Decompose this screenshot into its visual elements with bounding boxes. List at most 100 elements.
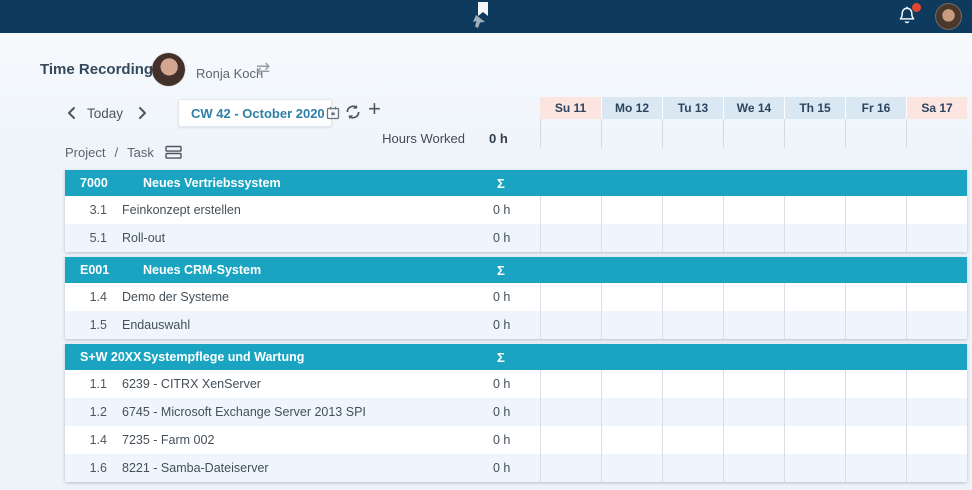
refresh-icon[interactable] bbox=[344, 103, 362, 121]
time-entry-cell[interactable] bbox=[784, 224, 845, 252]
time-entry-cell[interactable] bbox=[906, 283, 967, 311]
time-entry-cell[interactable] bbox=[540, 426, 601, 454]
time-entry-cell[interactable] bbox=[906, 426, 967, 454]
task-row[interactable]: 1.5 Endauswahl 0 h bbox=[65, 311, 967, 339]
task-day-grid bbox=[540, 370, 967, 398]
time-entry-cell[interactable] bbox=[784, 283, 845, 311]
selected-user-name: Ronja Koch bbox=[196, 66, 263, 81]
task-row-pane: 1.4 Demo der Systeme 0 h bbox=[65, 283, 540, 311]
time-entry-cell[interactable] bbox=[845, 454, 906, 482]
time-entry-cell[interactable] bbox=[601, 311, 662, 339]
next-week-button[interactable] bbox=[133, 104, 151, 122]
time-entry-cell[interactable] bbox=[540, 283, 601, 311]
time-entry-cell[interactable] bbox=[662, 283, 723, 311]
time-entry-cell[interactable] bbox=[784, 311, 845, 339]
time-entry-cell[interactable] bbox=[845, 370, 906, 398]
time-entry-cell[interactable] bbox=[662, 311, 723, 339]
time-entry-cell[interactable] bbox=[601, 454, 662, 482]
time-entry-cell[interactable] bbox=[845, 398, 906, 426]
time-entry-cell[interactable] bbox=[540, 224, 601, 252]
time-entry-cell[interactable] bbox=[784, 370, 845, 398]
task-name: 6239 - CITRX XenServer bbox=[122, 377, 493, 391]
notification-bell-button[interactable] bbox=[894, 4, 920, 30]
time-entry-cell[interactable] bbox=[601, 398, 662, 426]
task-row[interactable]: 1.2 6745 - Microsoft Exchange Server 201… bbox=[65, 398, 967, 426]
task-row[interactable]: 1.4 Demo der Systeme 0 h bbox=[65, 283, 967, 311]
time-entry-cell[interactable] bbox=[601, 426, 662, 454]
time-entry-cell[interactable] bbox=[662, 426, 723, 454]
time-entry-cell[interactable] bbox=[540, 454, 601, 482]
calendar-icon bbox=[325, 105, 341, 121]
time-entry-cell[interactable] bbox=[784, 398, 845, 426]
switch-user-icon[interactable]: ⇄ bbox=[256, 60, 270, 77]
time-entry-cell[interactable] bbox=[723, 311, 784, 339]
task-row[interactable]: 1.1 6239 - CITRX XenServer 0 h bbox=[65, 370, 967, 398]
day-column-divider bbox=[784, 119, 845, 148]
time-entry-cell[interactable] bbox=[601, 370, 662, 398]
task-name: 7235 - Farm 002 bbox=[122, 433, 493, 447]
time-entry-cell[interactable] bbox=[784, 454, 845, 482]
page-title: Time Recording bbox=[40, 61, 153, 78]
week-picker[interactable]: CW 42 - October 2020 bbox=[178, 99, 332, 127]
time-entry-cell[interactable] bbox=[906, 196, 967, 224]
task-row[interactable]: 1.4 7235 - Farm 002 0 h bbox=[65, 426, 967, 454]
time-entry-cell[interactable] bbox=[845, 311, 906, 339]
time-entry-cell[interactable] bbox=[723, 426, 784, 454]
day-divider-row bbox=[540, 119, 967, 148]
time-entry-cell[interactable] bbox=[845, 283, 906, 311]
task-row-pane: 3.1 Feinkonzept erstellen 0 h bbox=[65, 196, 540, 224]
task-number: 3.1 bbox=[80, 203, 107, 217]
time-entry-cell[interactable] bbox=[845, 224, 906, 252]
task-number: 5.1 bbox=[80, 231, 107, 245]
task-number: 1.2 bbox=[80, 405, 107, 419]
time-entry-cell[interactable] bbox=[662, 196, 723, 224]
time-entry-cell[interactable] bbox=[540, 311, 601, 339]
time-entry-cell[interactable] bbox=[540, 398, 601, 426]
sum-symbol: Σ bbox=[497, 350, 540, 365]
day-column-divider bbox=[601, 119, 662, 148]
time-entry-cell[interactable] bbox=[845, 426, 906, 454]
user-avatar[interactable] bbox=[935, 3, 962, 30]
task-number: 1.1 bbox=[80, 377, 107, 391]
row-density-icon[interactable] bbox=[165, 145, 182, 160]
time-entry-cell[interactable] bbox=[784, 426, 845, 454]
time-entry-cell[interactable] bbox=[662, 224, 723, 252]
time-entry-cell[interactable] bbox=[784, 196, 845, 224]
task-name: 6745 - Microsoft Exchange Server 2013 SP… bbox=[122, 405, 493, 419]
selected-user-avatar[interactable] bbox=[152, 53, 185, 86]
time-entry-cell[interactable] bbox=[723, 224, 784, 252]
project-group-header[interactable]: S+W 20XX Systempflege und Wartung Σ bbox=[65, 344, 967, 370]
time-entry-cell[interactable] bbox=[601, 283, 662, 311]
time-entry-cell[interactable] bbox=[906, 224, 967, 252]
task-row[interactable]: 5.1 Roll-out 0 h bbox=[65, 224, 967, 252]
task-hours-total: 0 h bbox=[493, 203, 540, 217]
time-entry-cell[interactable] bbox=[601, 224, 662, 252]
time-entry-cell[interactable] bbox=[723, 370, 784, 398]
today-button[interactable]: Today bbox=[87, 106, 123, 121]
task-row[interactable]: 3.1 Feinkonzept erstellen 0 h bbox=[65, 196, 967, 224]
time-entry-cell[interactable] bbox=[723, 454, 784, 482]
previous-week-button[interactable] bbox=[63, 104, 81, 122]
time-entry-cell[interactable] bbox=[723, 283, 784, 311]
time-entry-cell[interactable] bbox=[662, 370, 723, 398]
day-header-label: Th 15 bbox=[799, 101, 830, 115]
time-entry-cell[interactable] bbox=[723, 398, 784, 426]
time-entry-cell[interactable] bbox=[906, 311, 967, 339]
add-entry-button[interactable]: + bbox=[368, 98, 381, 120]
time-entry-cell[interactable] bbox=[662, 398, 723, 426]
time-entry-cell[interactable] bbox=[906, 370, 967, 398]
day-header-label: Tu 13 bbox=[678, 101, 708, 115]
task-number: 1.4 bbox=[80, 290, 107, 304]
time-entry-cell[interactable] bbox=[723, 196, 784, 224]
time-entry-cell[interactable] bbox=[906, 454, 967, 482]
time-entry-cell[interactable] bbox=[601, 196, 662, 224]
time-entry-cell[interactable] bbox=[540, 370, 601, 398]
time-entry-cell[interactable] bbox=[845, 196, 906, 224]
time-entry-cell[interactable] bbox=[906, 398, 967, 426]
project-group-header[interactable]: 7000 Neues Vertriebssystem Σ bbox=[65, 170, 967, 196]
time-entry-cell[interactable] bbox=[662, 454, 723, 482]
task-row[interactable]: 1.6 8221 - Samba-Dateiserver 0 h bbox=[65, 454, 967, 482]
time-entry-cell[interactable] bbox=[540, 196, 601, 224]
project-group-header[interactable]: E001 Neues CRM-System Σ bbox=[65, 257, 967, 283]
day-header-label: Mo 12 bbox=[615, 101, 649, 115]
